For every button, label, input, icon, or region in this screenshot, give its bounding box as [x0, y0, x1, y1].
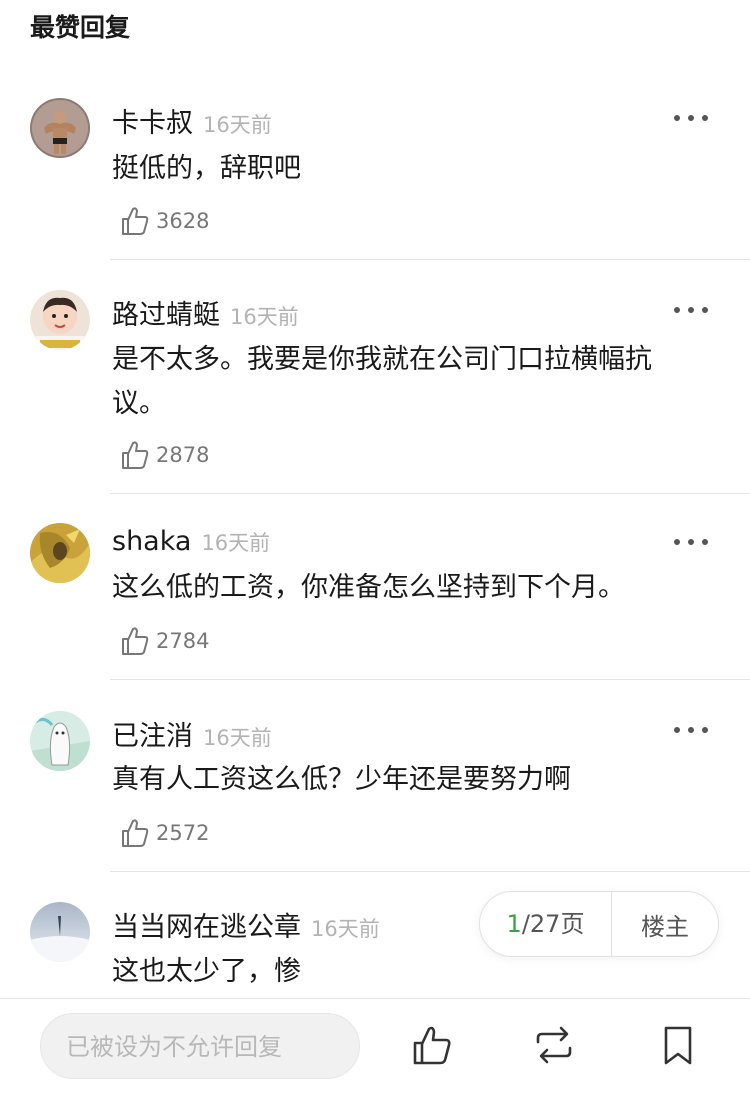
timestamp: 16天前 — [203, 113, 272, 137]
comment-text: 这么低的工资，你准备怎么坚持到下个月。 — [112, 572, 625, 603]
username[interactable]: 当当网在逃公章 16天前 — [112, 905, 380, 944]
page-indicator[interactable]: 1/27页 — [480, 891, 612, 957]
avatar[interactable] — [30, 902, 90, 962]
like-button[interactable]: 2878 — [120, 438, 209, 472]
timestamp: 16天前 — [203, 726, 272, 750]
bottom-action-bar: 已被设为不允许回复 — [0, 998, 750, 1094]
thumbs-up-icon — [122, 441, 149, 469]
avatar[interactable] — [30, 711, 90, 771]
thumbs-up-icon[interactable] — [410, 1023, 454, 1067]
username-text[interactable]: 已注消 — [112, 721, 193, 752]
divider — [110, 679, 750, 680]
comment-text: 是不太多。我要是你我就在公司门口拉横幅抗议。 — [112, 344, 652, 419]
reply-input[interactable]: 已被设为不允许回复 — [40, 1013, 360, 1079]
divider — [110, 259, 750, 260]
avatar[interactable] — [30, 98, 90, 158]
current-page: 1 — [506, 910, 522, 938]
section-title: 最赞回复 — [30, 13, 131, 42]
more-dots-icon[interactable] — [674, 108, 708, 128]
more-dots-icon[interactable] — [674, 300, 708, 320]
more-dots-icon[interactable] — [674, 532, 708, 552]
thumbs-up-icon — [122, 819, 149, 847]
like-button[interactable]: 3628 — [120, 204, 209, 238]
username-text[interactable]: 卡卡叔 — [112, 108, 193, 139]
like-button[interactable]: 2784 — [120, 624, 209, 658]
comment-text: 挺低的，辞职吧 — [112, 153, 301, 184]
divider — [110, 493, 750, 494]
like-count: 2878 — [156, 443, 210, 467]
username-text[interactable]: 路过蜻蜓 — [112, 300, 220, 331]
like-count: 2784 — [156, 629, 210, 653]
comments-page: 最赞回复 卡卡叔 16天前 挺低的，辞职吧 3628 路过蜻蜓 16天前 是不太… — [0, 0, 750, 1094]
page-navigator: 1/27页 楼主 — [479, 891, 719, 957]
username[interactable]: 卡卡叔 16天前 — [112, 101, 272, 140]
like-count: 3628 — [156, 209, 210, 233]
total-pages: /27页 — [521, 910, 585, 938]
avatar[interactable] — [30, 290, 90, 350]
username[interactable]: shaka 16天前 — [112, 526, 270, 557]
more-dots-icon[interactable] — [674, 720, 708, 740]
bookmark-icon[interactable] — [656, 1023, 700, 1067]
timestamp: 16天前 — [230, 305, 299, 329]
username-text[interactable]: 当当网在逃公章 — [112, 912, 301, 943]
username[interactable]: 路过蜻蜓 16天前 — [112, 293, 299, 332]
avatar[interactable] — [30, 523, 90, 583]
username-text[interactable]: shaka — [112, 526, 191, 557]
like-count: 2572 — [156, 821, 210, 845]
thumbs-up-icon — [122, 627, 149, 655]
divider — [110, 871, 750, 872]
comment-text: 真有人工资这么低？少年还是要努力啊 — [112, 764, 571, 795]
op-only-button[interactable]: 楼主 — [612, 907, 718, 942]
like-button[interactable]: 2572 — [120, 816, 209, 850]
repost-icon[interactable] — [532, 1023, 576, 1067]
timestamp: 16天前 — [311, 917, 380, 941]
thumbs-up-icon — [122, 207, 149, 235]
username[interactable]: 已注消 16天前 — [112, 714, 272, 753]
timestamp: 16天前 — [201, 531, 271, 555]
